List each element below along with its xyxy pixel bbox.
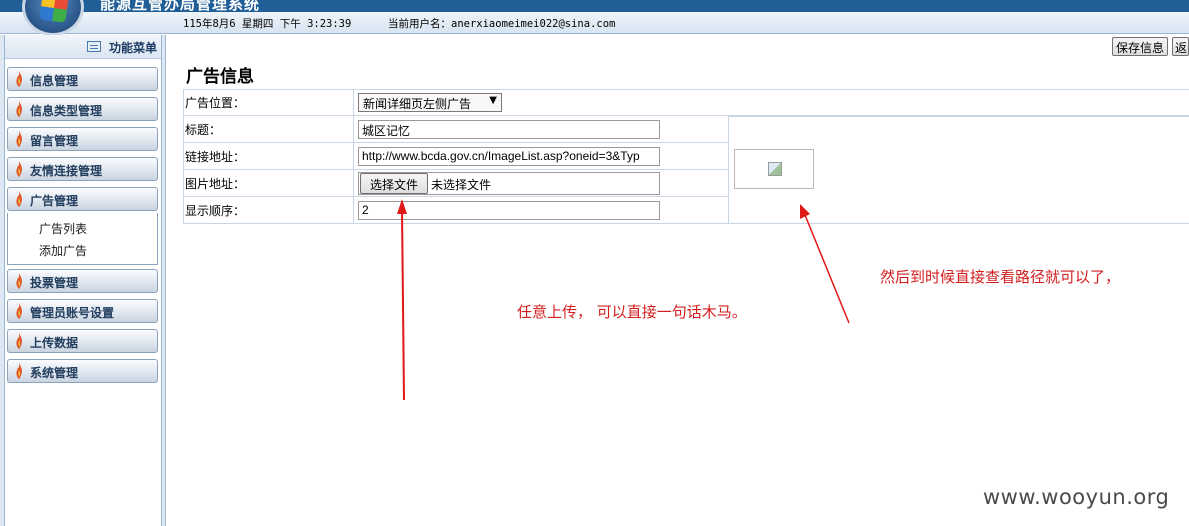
- file-status: 未选择文件: [431, 178, 492, 192]
- sidebar-item-label: 留言管理: [30, 134, 79, 148]
- flame-icon: [16, 131, 23, 147]
- admin-page: 能源互管办局管理系统 115年8月6 星期四 下午 3:23:39 当前用户名：…: [0, 0, 1189, 526]
- top-header: 能源互管办局管理系统: [0, 0, 1189, 12]
- flame-icon: [16, 71, 23, 87]
- flame-icon: [16, 333, 23, 349]
- flame-icon: [16, 101, 23, 117]
- sidebar-item-system[interactable]: 系统管理: [7, 359, 158, 383]
- image-label: 图片地址：: [185, 177, 246, 191]
- page-title: 广告信息: [186, 67, 254, 87]
- sidebar-item-admin-accounts[interactable]: 管理员账号设置: [7, 299, 158, 323]
- sidebar-item-label: 上传数据: [30, 336, 79, 350]
- sidebar-item-label: 投票管理: [30, 276, 79, 290]
- link-label: 链接地址：: [185, 150, 246, 164]
- back-button[interactable]: 返: [1172, 37, 1189, 56]
- flame-icon: [16, 303, 23, 319]
- datetime-text: 115年8月6 星期四 下午 3:23:39: [183, 18, 352, 30]
- upload-arrow: [401, 209, 405, 401]
- image-preview: [734, 149, 814, 189]
- sidebar-panel: 功能菜单 信息管理 信息类型管理 留言管理 友情连接管理 广告管理 广告列表 添…: [4, 35, 162, 526]
- sidebar-item-label: 广告管理: [30, 194, 79, 208]
- ad-form: 广告位置： 新闻详细页左侧广告 ▼ 标题： 城区记忆 链接地址： http://…: [183, 89, 1189, 224]
- sidebar-item-upload-data[interactable]: 上传数据: [7, 329, 158, 353]
- row-image: 图片地址： 选择文件 未选择文件: [183, 170, 728, 197]
- flame-icon: [16, 161, 23, 177]
- upload-annotation: 任意上传， 可以直接一句话木马。: [517, 303, 747, 321]
- current-user-label: 当前用户名：: [388, 18, 451, 30]
- title-label: 标题：: [185, 123, 222, 137]
- order-label: 显示顺序：: [185, 204, 246, 218]
- current-user: 当前用户名：anerxiaomeimei022@sina.com: [388, 16, 615, 31]
- path-arrow: [804, 214, 850, 324]
- sidebar-item-label: 系统管理: [30, 366, 79, 380]
- sidebar-item-label: 管理员账号设置: [30, 306, 115, 320]
- choose-file-button[interactable]: 选择文件: [360, 173, 428, 194]
- watermark: www.wooyun.org: [983, 485, 1170, 509]
- sidebar-item-info[interactable]: 信息管理: [7, 67, 158, 91]
- sidebar-item-label: 友情连接管理: [30, 164, 103, 178]
- sidebar-item-messages[interactable]: 留言管理: [7, 127, 158, 151]
- path-annotation: 然后到时候直接查看路径就可以了，: [880, 268, 1121, 286]
- sidebar-item-votes[interactable]: 投票管理: [7, 269, 158, 293]
- ad-position-value: 新闻详细页左侧广告: [363, 97, 472, 111]
- sidebar-item-ads[interactable]: 广告管理: [7, 187, 158, 211]
- menu-heading: 功能菜单: [5, 35, 161, 59]
- ads-submenu: 广告列表 添加广告: [7, 213, 158, 265]
- sidebar-item-label: 信息管理: [30, 74, 79, 88]
- save-button[interactable]: 保存信息: [1112, 37, 1169, 56]
- link-input[interactable]: http://www.bcda.gov.cn/ImageList.asp?one…: [358, 147, 660, 166]
- current-user-email: anerxiaomeimei022@sina.com: [451, 18, 616, 30]
- menu-heading-label: 功能菜单: [109, 41, 158, 55]
- title-input[interactable]: 城区记忆: [358, 120, 660, 139]
- sidebar: 功能菜单 信息管理 信息类型管理 留言管理 友情连接管理 广告管理 广告列表 添…: [0, 35, 166, 526]
- order-input[interactable]: 2: [358, 201, 660, 220]
- sidebar-item-friend-links[interactable]: 友情连接管理: [7, 157, 158, 181]
- position-label: 广告位置：: [185, 96, 246, 110]
- flame-icon: [16, 273, 23, 289]
- menu-list-icon: [87, 41, 101, 52]
- broken-image-icon: [768, 162, 782, 176]
- status-bar: 115年8月6 星期四 下午 3:23:39 当前用户名：anerxiaomei…: [0, 12, 1189, 34]
- annotation-arrows: [397, 199, 850, 401]
- flame-icon: [16, 363, 23, 379]
- sidebar-item-label: 信息类型管理: [30, 104, 103, 118]
- row-title: 标题： 城区记忆: [183, 116, 728, 143]
- submenu-item-add-ad[interactable]: 添加广告: [39, 242, 87, 259]
- dropdown-arrow-icon: ▼: [489, 95, 497, 106]
- flame-icon: [16, 191, 23, 207]
- windows-flag-icon: [39, 0, 69, 23]
- submenu-item-ad-list[interactable]: 广告列表: [39, 220, 87, 237]
- row-order: 显示顺序： 2: [183, 197, 728, 224]
- sidebar-item-info-type[interactable]: 信息类型管理: [7, 97, 158, 121]
- row-link: 链接地址： http://www.bcda.gov.cn/ImageList.a…: [183, 143, 728, 170]
- ad-position-select[interactable]: 新闻详细页左侧广告 ▼: [358, 93, 502, 112]
- app-title: 能源互管办局管理系统: [100, 0, 261, 12]
- row-position: 广告位置： 新闻详细页左侧广告 ▼: [183, 89, 1189, 116]
